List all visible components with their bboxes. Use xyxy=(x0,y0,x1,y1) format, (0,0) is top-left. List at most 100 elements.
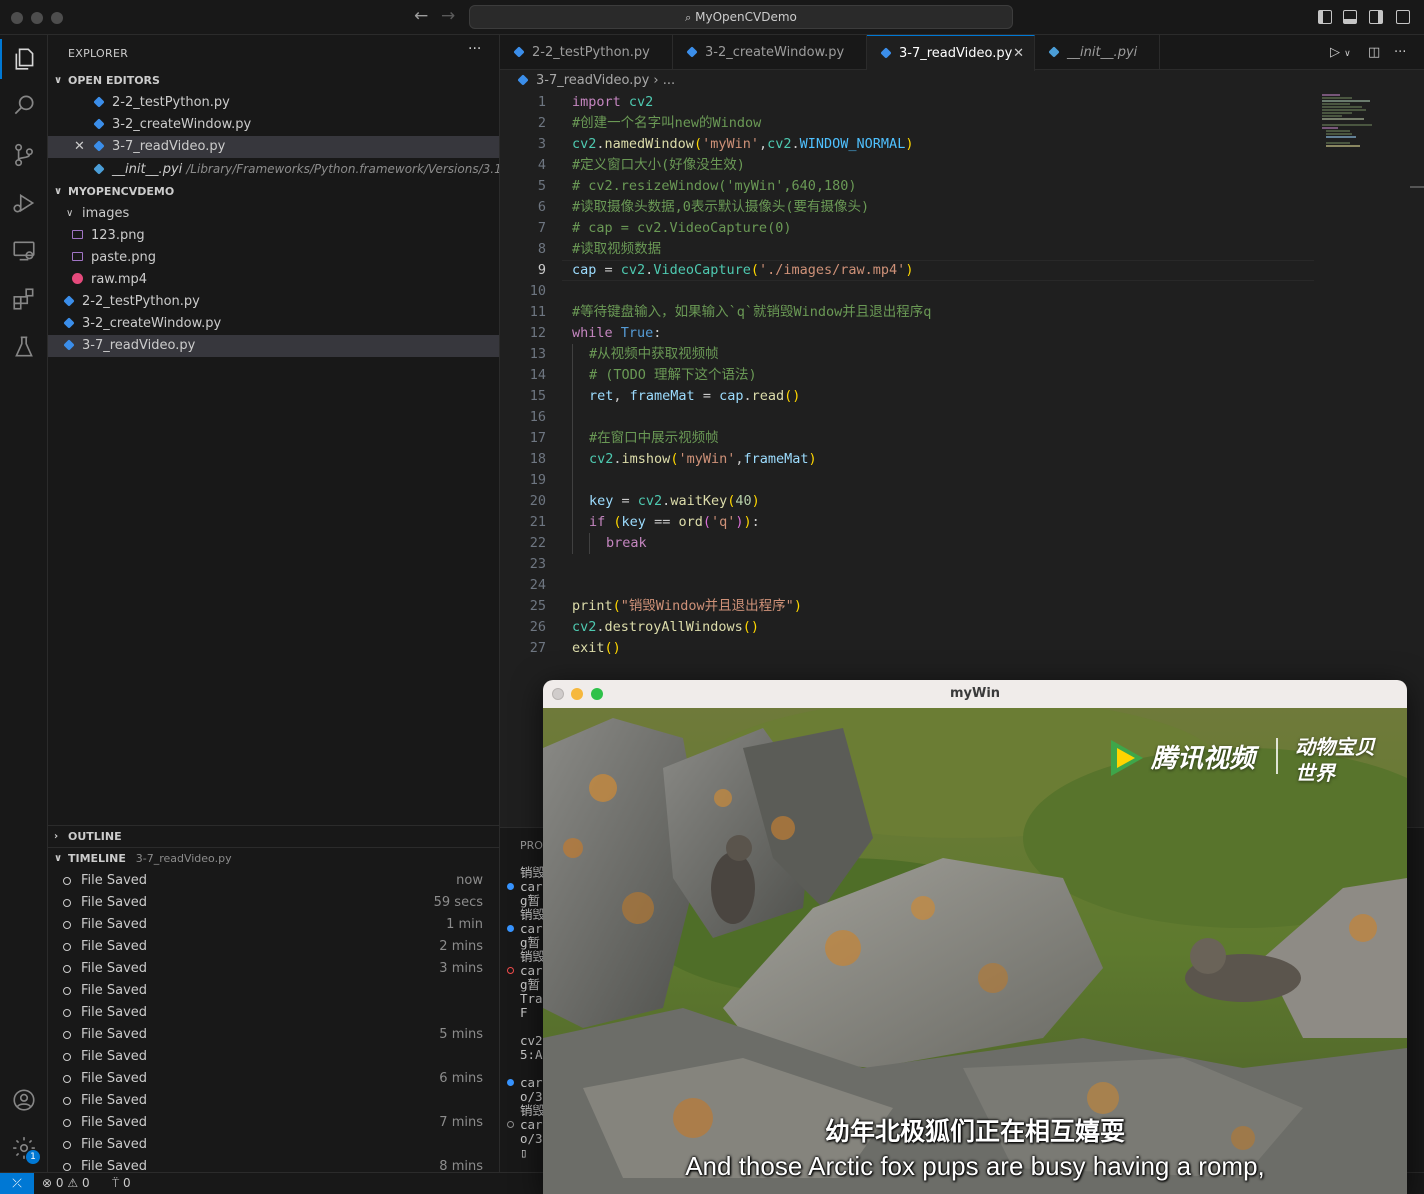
split-editor-icon[interactable]: ◫ xyxy=(1368,45,1380,60)
line-number[interactable]: 20 xyxy=(500,491,546,512)
line-number[interactable]: 1 xyxy=(500,92,546,113)
line-number[interactable]: 7 xyxy=(500,218,546,239)
line-number[interactable]: 22 xyxy=(500,533,546,554)
line-number[interactable]: 9 xyxy=(500,260,546,281)
line-number[interactable]: 15 xyxy=(500,386,546,407)
line-number[interactable]: 23 xyxy=(500,554,546,575)
panel-tab-problems[interactable]: PRO xyxy=(520,839,543,852)
breadcrumb-file[interactable]: 3-7_readVideo.py xyxy=(536,73,649,88)
success-decoration-icon[interactable] xyxy=(507,1079,514,1086)
timeline-item[interactable]: File Saved 6 mins xyxy=(48,1068,499,1090)
error-decoration-icon[interactable] xyxy=(507,967,514,974)
timeline-item[interactable]: File Saved 59 secs xyxy=(48,892,499,914)
line-number[interactable]: 3 xyxy=(500,134,546,155)
line-number[interactable]: 6 xyxy=(500,197,546,218)
timeline-item[interactable]: File Saved xyxy=(48,1134,499,1156)
zoom-window-button[interactable] xyxy=(591,688,603,700)
line-number[interactable]: 25 xyxy=(500,596,546,617)
open-editors-header[interactable]: ∨ OPEN EDITORS xyxy=(48,70,499,92)
more-actions-icon[interactable]: ··· xyxy=(468,41,481,57)
line-number[interactable]: 12 xyxy=(500,323,546,344)
timeline-item[interactable]: File Saved 1 min xyxy=(48,914,499,936)
line-number[interactable]: 5 xyxy=(500,176,546,197)
opencv-window-titlebar[interactable]: myWin xyxy=(543,680,1407,708)
line-number[interactable]: 26 xyxy=(500,617,546,638)
close-window-button[interactable] xyxy=(11,12,23,24)
remote-explorer-icon[interactable] xyxy=(0,231,48,271)
timeline-item[interactable]: File Saved xyxy=(48,1046,499,1068)
editor-scrollbar[interactable] xyxy=(1410,186,1424,188)
line-number[interactable]: 11 xyxy=(500,302,546,323)
breadcrumb-symbols[interactable]: ... xyxy=(663,73,675,88)
line-number[interactable]: 24 xyxy=(500,575,546,596)
opencv-window[interactable]: myWin 腾讯视频 动物宝贝 世界 幼年北极狐们正在相互嬉耍 And thos… xyxy=(543,680,1407,1194)
toggle-primary-sidebar-icon[interactable] xyxy=(1318,10,1332,24)
timeline-item[interactable]: File Saved now xyxy=(48,870,499,892)
manage-gear-icon[interactable]: 1 xyxy=(0,1128,48,1168)
timeline-item[interactable]: File Saved 3 mins xyxy=(48,958,499,980)
tab-3-7-readvideo[interactable]: 3-7_readVideo.py ✕ xyxy=(867,35,1035,71)
forward-arrow-icon[interactable]: → xyxy=(441,6,455,26)
tab-3-2-createwindow[interactable]: 3-2_createWindow.py xyxy=(673,35,867,70)
toggle-secondary-sidebar-icon[interactable] xyxy=(1369,10,1383,24)
timeline-item[interactable]: File Saved xyxy=(48,1090,499,1112)
timeline-item[interactable]: File Saved 2 mins xyxy=(48,936,499,958)
line-number[interactable]: 8 xyxy=(500,239,546,260)
folder-images[interactable]: ∨ images xyxy=(48,203,499,225)
timeline-item[interactable]: File Saved 7 mins xyxy=(48,1112,499,1134)
file-item[interactable]: raw.mp4 xyxy=(48,269,499,291)
file-item[interactable]: paste.png xyxy=(48,247,499,269)
project-folder-header[interactable]: ∨ MYOPENCVDEMO xyxy=(48,181,499,203)
open-editor-item[interactable]: __init__.pyi/Library/Frameworks/Python.f… xyxy=(48,158,499,180)
timeline-header[interactable]: ∨ TIMELINE 3-7_readVideo.py xyxy=(48,848,499,870)
source-control-icon[interactable] xyxy=(0,135,48,175)
minimize-window-button[interactable] xyxy=(31,12,43,24)
file-item-selected[interactable]: 3-7_readVideo.py xyxy=(48,335,499,357)
command-center-search[interactable]: ⌕ MyOpenCVDemo xyxy=(469,5,1013,29)
tab-2-2-testpython[interactable]: 2-2_testPython.py xyxy=(500,35,673,70)
line-number[interactable]: 4 xyxy=(500,155,546,176)
timeline-item[interactable]: File Saved xyxy=(48,980,499,1002)
ports-indicator[interactable]: ⍡ 0 xyxy=(112,1173,131,1194)
minimize-window-button[interactable] xyxy=(571,688,583,700)
open-editor-item[interactable]: 2-2_testPython.py xyxy=(48,92,499,114)
line-number[interactable]: 27 xyxy=(500,638,546,659)
run-python-file-icon[interactable]: ▷ ∨ xyxy=(1330,45,1351,60)
line-number[interactable]: 18 xyxy=(500,449,546,470)
explorer-icon[interactable] xyxy=(0,39,48,79)
line-number[interactable]: 13 xyxy=(500,344,546,365)
line-number[interactable]: 19 xyxy=(500,470,546,491)
line-number[interactable]: 14 xyxy=(500,365,546,386)
open-editor-item[interactable]: 3-2_createWindow.py xyxy=(48,114,499,136)
line-number[interactable]: 2 xyxy=(500,113,546,134)
close-tab-icon[interactable]: ✕ xyxy=(1013,36,1024,71)
close-window-button[interactable] xyxy=(552,688,564,700)
customize-layout-icon[interactable] xyxy=(1396,10,1410,24)
tab-init-pyi[interactable]: __init__.pyi xyxy=(1035,35,1160,70)
more-actions-icon[interactable]: ··· xyxy=(1394,45,1406,60)
file-item[interactable]: 3-2_createWindow.py xyxy=(48,313,499,335)
success-decoration-icon[interactable] xyxy=(507,883,514,890)
problems-indicator[interactable]: ⊗ 0 ⚠ 0 xyxy=(42,1173,90,1194)
line-number[interactable]: 10 xyxy=(500,281,546,302)
search-icon[interactable] xyxy=(0,85,48,125)
timeline-item[interactable]: File Saved xyxy=(48,1002,499,1024)
remote-indicator-icon[interactable]: ⤫ xyxy=(0,1173,34,1194)
line-number[interactable]: 21 xyxy=(500,512,546,533)
line-number[interactable]: 16 xyxy=(500,407,546,428)
extensions-icon[interactable] xyxy=(0,279,48,319)
close-editor-icon[interactable]: ✕ xyxy=(74,136,85,158)
minimap[interactable] xyxy=(1320,92,1380,152)
testing-icon[interactable] xyxy=(0,327,48,367)
toggle-panel-icon[interactable] xyxy=(1343,10,1357,24)
timeline-item[interactable]: File Saved 5 mins xyxy=(48,1024,499,1046)
accounts-icon[interactable] xyxy=(0,1080,48,1120)
command-decoration-icon[interactable] xyxy=(507,1121,514,1128)
timeline-item[interactable]: File Saved 8 mins xyxy=(48,1156,499,1172)
back-arrow-icon[interactable]: ← xyxy=(414,6,428,26)
run-debug-icon[interactable] xyxy=(0,183,48,223)
outline-header[interactable]: › OUTLINE xyxy=(48,826,499,848)
open-editor-item-active[interactable]: ✕ 3-7_readVideo.py xyxy=(48,136,499,158)
file-item[interactable]: 123.png xyxy=(48,225,499,247)
file-item[interactable]: 2-2_testPython.py xyxy=(48,291,499,313)
